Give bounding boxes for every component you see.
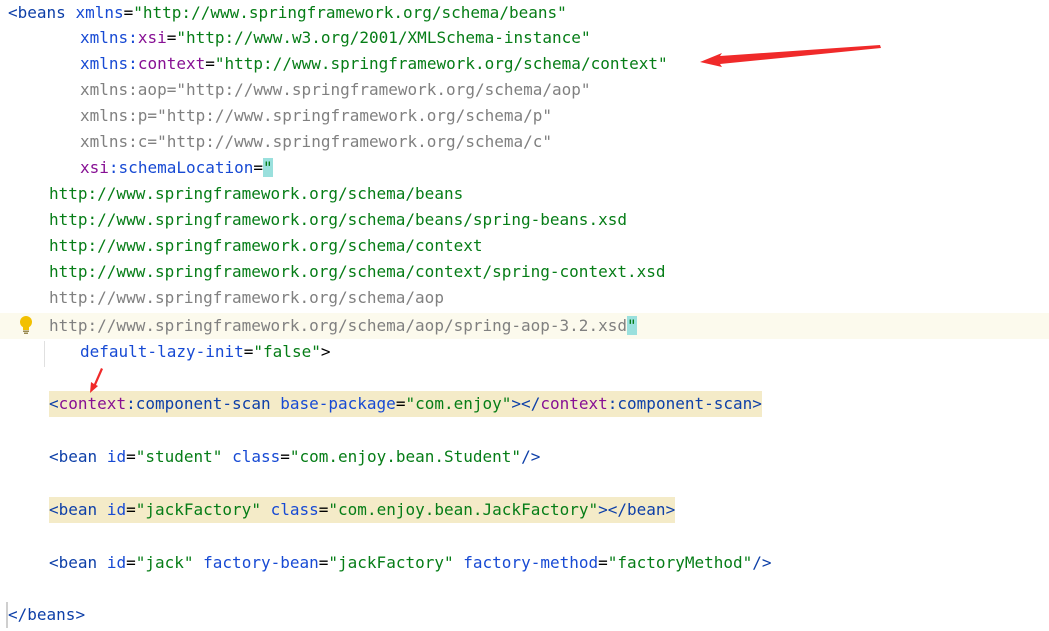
attr-name: class xyxy=(232,447,281,466)
attr-value: "com.enjoy.bean.JackFactory" xyxy=(328,500,599,519)
equals: = xyxy=(126,553,136,572)
tag-name: component-scan xyxy=(135,394,271,413)
equals: = xyxy=(166,28,177,47)
open-bracket: < xyxy=(49,394,59,413)
tag-name: bean xyxy=(58,447,98,466)
tag-name: beans xyxy=(27,605,76,624)
attr-name: id xyxy=(106,500,127,519)
tag-name: beans xyxy=(17,3,66,22)
code-line-bean-jack[interactable]: <bean id="jack" factory-bean="jackFactor… xyxy=(49,550,772,576)
equals: = xyxy=(243,342,254,361)
code-line-1[interactable]: <beans xmlns="http://www.springframework… xyxy=(8,0,567,26)
code-line-7[interactable]: xsi:schemaLocation=" xyxy=(80,155,273,181)
equals: = xyxy=(318,500,329,519)
open-bracket: < xyxy=(49,447,59,466)
self-close: /> xyxy=(521,447,541,466)
code-line-2[interactable]: xmlns:xsi="http://www.w3.org/2001/XMLSch… xyxy=(80,25,591,51)
equals: = xyxy=(318,553,329,572)
close-bracket: > xyxy=(752,394,762,413)
attr-name: default-lazy-init xyxy=(80,342,244,361)
equals: = xyxy=(280,447,290,466)
attr-prefix: xmlns xyxy=(80,28,129,47)
attr-value: "com.enjoy" xyxy=(405,394,512,413)
equals: = xyxy=(253,158,264,177)
red-annotation-arrow xyxy=(700,45,881,67)
close-open-bracket: ></ xyxy=(511,394,541,413)
code-line-4[interactable]: xmlns:aop="http://www.springframework.or… xyxy=(80,77,591,103)
equals: = xyxy=(126,447,136,466)
colon: : xyxy=(126,394,136,413)
attr-name: xmlns xyxy=(75,3,124,22)
code-line-9[interactable]: http://www.springframework.org/schema/be… xyxy=(49,207,627,233)
equals: = xyxy=(598,553,608,572)
attr-value: "http://www.springframework.org/schema/c… xyxy=(214,54,668,73)
open-bracket: < xyxy=(49,553,59,572)
attr-value: "false" xyxy=(253,342,321,361)
close-bracket: > xyxy=(75,605,86,624)
lightbulb-icon[interactable] xyxy=(18,315,34,335)
code-line-8[interactable]: http://www.springframework.org/schema/be… xyxy=(49,181,463,207)
close-bracket: > xyxy=(665,500,676,519)
red-annotation-arrow xyxy=(90,368,103,393)
code-line-5[interactable]: xmlns:p="http://www.springframework.org/… xyxy=(80,103,552,129)
open-bracket: < xyxy=(8,3,18,22)
equals: = xyxy=(123,3,134,22)
colon: : xyxy=(128,54,138,73)
attr-value: "jackFactory" xyxy=(328,553,454,572)
code-line-14[interactable]: default-lazy-init="false"> xyxy=(80,339,330,365)
code-line-bean-student[interactable]: <bean id="student" class="com.enjoy.bean… xyxy=(49,444,540,470)
code-line-13[interactable]: http://www.springframework.org/schema/ao… xyxy=(49,313,637,339)
attr-name: id xyxy=(106,447,127,466)
code-line-12[interactable]: http://www.springframework.org/schema/ao… xyxy=(49,285,444,311)
attr-value: "http://www.w3.org/2001/XMLSchema-instan… xyxy=(176,28,591,47)
indent-guide xyxy=(44,341,45,367)
attr-value: "com.enjoy.bean.Student" xyxy=(289,447,522,466)
namespace-name: context xyxy=(58,394,127,413)
open-bracket: < xyxy=(49,500,59,519)
code-line-3[interactable]: xmlns:context="http://www.springframewor… xyxy=(80,51,668,77)
attr-value: "http://www.springframework.org/schema/b… xyxy=(133,3,567,22)
equals: = xyxy=(205,54,215,73)
attr-name: class xyxy=(270,500,319,519)
attr-value: "jack" xyxy=(135,553,194,572)
close-open-bracket: ></ xyxy=(598,500,628,519)
namespace-name: context xyxy=(137,54,206,73)
matched-quote: " xyxy=(626,316,637,335)
equals: = xyxy=(395,394,406,413)
equals: = xyxy=(126,500,136,519)
tag-name: component-scan xyxy=(617,394,753,413)
code-line-component-scan[interactable]: <context:component-scan base-package="co… xyxy=(49,391,762,417)
attr-name: id xyxy=(106,553,127,572)
schema-url: http://www.springframework.org/schema/ao… xyxy=(49,316,627,335)
colon: : xyxy=(128,28,138,47)
code-editor[interactable]: <beans xmlns="http://www.springframework… xyxy=(0,0,1049,631)
namespace-name: xsi xyxy=(137,28,167,47)
tag-name: bean xyxy=(627,500,666,519)
attr-name: schemaLocation xyxy=(118,158,254,177)
namespace-name: xsi xyxy=(80,158,109,177)
self-close: /> xyxy=(752,553,772,572)
namespace-name: context xyxy=(540,394,608,413)
matched-quote: " xyxy=(263,158,273,177)
code-line-11[interactable]: http://www.springframework.org/schema/co… xyxy=(49,259,666,285)
code-line-10[interactable]: http://www.springframework.org/schema/co… xyxy=(49,233,482,259)
tag-name: bean xyxy=(58,553,98,572)
colon: : xyxy=(108,158,119,177)
code-line-bean-jackfactory[interactable]: <bean id="jackFactory" class="com.enjoy.… xyxy=(49,497,676,523)
tag-name: bean xyxy=(58,500,98,519)
close-bracket: > xyxy=(320,342,331,361)
attr-value: "factoryMethod" xyxy=(607,553,753,572)
attr-value: "jackFactory" xyxy=(135,500,261,519)
attr-name: base-package xyxy=(280,394,396,413)
attr-value: "student" xyxy=(135,447,223,466)
attr-name: factory-method xyxy=(463,553,599,572)
attr-name: factory-bean xyxy=(203,553,319,572)
attr-prefix: xmlns xyxy=(80,54,129,73)
code-line-6[interactable]: xmlns:c="http://www.springframework.org/… xyxy=(80,129,552,155)
colon: : xyxy=(607,394,618,413)
code-line-close-beans[interactable]: </beans> xyxy=(8,602,85,628)
open-bracket: </ xyxy=(8,605,28,624)
